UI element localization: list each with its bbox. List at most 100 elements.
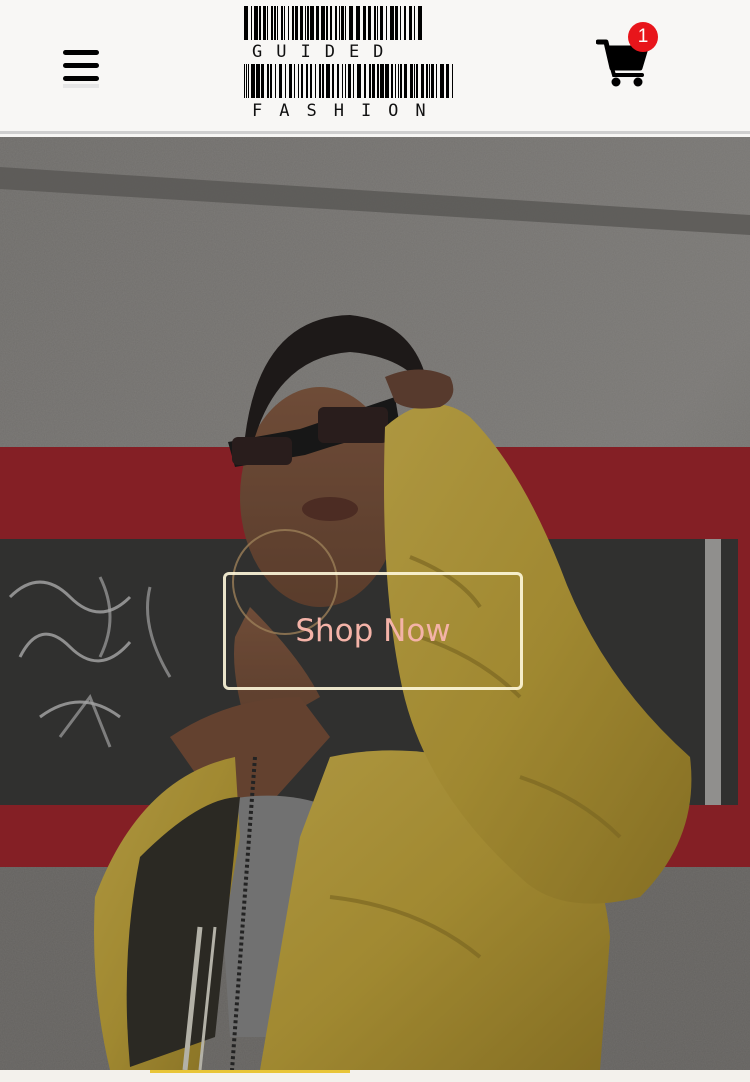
barcode-stripe	[306, 64, 308, 98]
barcode-stripe	[292, 6, 294, 40]
barcode-stripe	[446, 64, 449, 98]
barcode-stripe	[380, 64, 384, 98]
barcode-stripe	[414, 6, 415, 40]
barcode-stripe	[372, 64, 375, 98]
barcode-stripe	[274, 6, 276, 40]
barcode-stripe	[414, 64, 415, 98]
barcode-stripe	[416, 64, 418, 98]
logo-text-guided: GUIDED	[252, 42, 398, 62]
barcode-stripe	[377, 6, 378, 40]
barcode-stripe	[409, 6, 412, 40]
barcode-stripe	[246, 64, 247, 98]
barcode-stripe	[301, 64, 303, 98]
barcode-stripe	[263, 6, 266, 40]
barcode-stripe	[395, 64, 396, 98]
barcode-stripe	[310, 64, 312, 98]
barcode-top	[244, 6, 422, 40]
barcode-stripe	[418, 6, 422, 40]
barcode-stripe	[251, 64, 255, 98]
barcode-stripe	[298, 64, 299, 98]
barcode-stripe	[289, 64, 292, 98]
barcode-stripe	[335, 6, 337, 40]
menu-button[interactable]	[58, 44, 104, 88]
barcode-stripe	[267, 6, 268, 40]
barcode-stripe	[353, 64, 354, 98]
barcode-stripe	[288, 6, 289, 40]
barcode-stripe	[395, 6, 398, 40]
barcode-stripe	[259, 6, 261, 40]
barcode-stripe	[400, 6, 401, 40]
barcode-stripe	[279, 64, 282, 98]
barcode-stripe	[345, 64, 346, 98]
barcode-stripe	[244, 6, 248, 40]
barcode-stripe	[251, 6, 252, 40]
barcode-stripe	[364, 64, 366, 98]
barcode-stripe	[285, 64, 286, 98]
barcode-stripe	[452, 64, 453, 98]
barcode-stripe	[254, 6, 258, 40]
next-section-edge	[0, 1070, 750, 1082]
barcode-stripe	[391, 64, 393, 98]
barcode-stripe	[398, 64, 399, 98]
barcode-stripe	[337, 64, 339, 98]
barcode-stripe	[410, 64, 413, 98]
barcode-stripe	[316, 6, 319, 40]
barcode-stripe	[385, 64, 389, 98]
site-header: GUIDED FASHION 1	[0, 0, 750, 134]
barcode-stripe	[332, 64, 334, 98]
barcode-stripe	[326, 6, 328, 40]
barcode-stripe	[307, 6, 309, 40]
barcode-stripe	[321, 6, 325, 40]
barcode-stripe	[369, 64, 371, 98]
hamburger-menu-icon-bar	[63, 63, 99, 68]
barcode-stripe	[310, 6, 314, 40]
barcode-stripe	[248, 64, 249, 98]
barcode-stripe	[345, 6, 346, 40]
barcode-bottom	[244, 64, 453, 98]
barcode-stripe	[330, 6, 332, 40]
barcode-stripe	[281, 6, 283, 40]
brand-logo[interactable]: GUIDED FASHION	[238, 4, 462, 122]
barcode-stripe	[341, 6, 344, 40]
barcode-stripe	[284, 6, 285, 40]
barcode-stripe	[326, 64, 330, 98]
barcode-stripe	[404, 64, 407, 98]
barcode-stripe	[421, 64, 424, 98]
barcode-stripe	[368, 6, 371, 40]
hamburger-menu-icon	[63, 50, 99, 55]
barcode-stripe	[348, 64, 351, 98]
barcode-stripe	[322, 64, 324, 98]
barcode-stripe	[244, 64, 245, 98]
barcode-stripe	[400, 64, 402, 98]
barcode-stripe	[390, 6, 394, 40]
barcode-stripe	[386, 6, 387, 40]
barcode-stripe	[374, 6, 376, 40]
barcode-stripe	[426, 64, 428, 98]
barcode-stripe	[319, 64, 321, 98]
logo-text-fashion: FASHION	[252, 101, 443, 121]
shop-now-button[interactable]: Shop Now	[223, 572, 523, 690]
barcode-stripe	[377, 64, 379, 98]
barcode-stripe	[275, 64, 276, 98]
barcode-stripe	[357, 64, 361, 98]
barcode-stripe	[305, 6, 306, 40]
barcode-stripe	[363, 6, 366, 40]
barcode-stripe	[267, 64, 269, 98]
barcode-stripe	[440, 64, 444, 98]
barcode-stripe	[429, 64, 430, 98]
barcode-stripe	[295, 6, 298, 40]
barcode-stripe	[342, 64, 343, 98]
cart-count-badge: 1	[628, 22, 658, 52]
barcode-stripe	[349, 6, 353, 40]
barcode-stripe	[271, 6, 273, 40]
barcode-stripe	[261, 64, 264, 98]
hero-banner: Shop Now	[0, 137, 750, 1070]
barcode-stripe	[356, 6, 360, 40]
barcode-stripe	[315, 64, 316, 98]
barcode-stripe	[339, 6, 340, 40]
barcode-stripe	[270, 64, 272, 98]
menu-button-shadow	[63, 84, 99, 88]
barcode-stripe	[277, 6, 278, 40]
hamburger-menu-icon-bar	[63, 76, 99, 81]
page: GUIDED FASHION 1 Shop Now	[0, 0, 750, 1082]
